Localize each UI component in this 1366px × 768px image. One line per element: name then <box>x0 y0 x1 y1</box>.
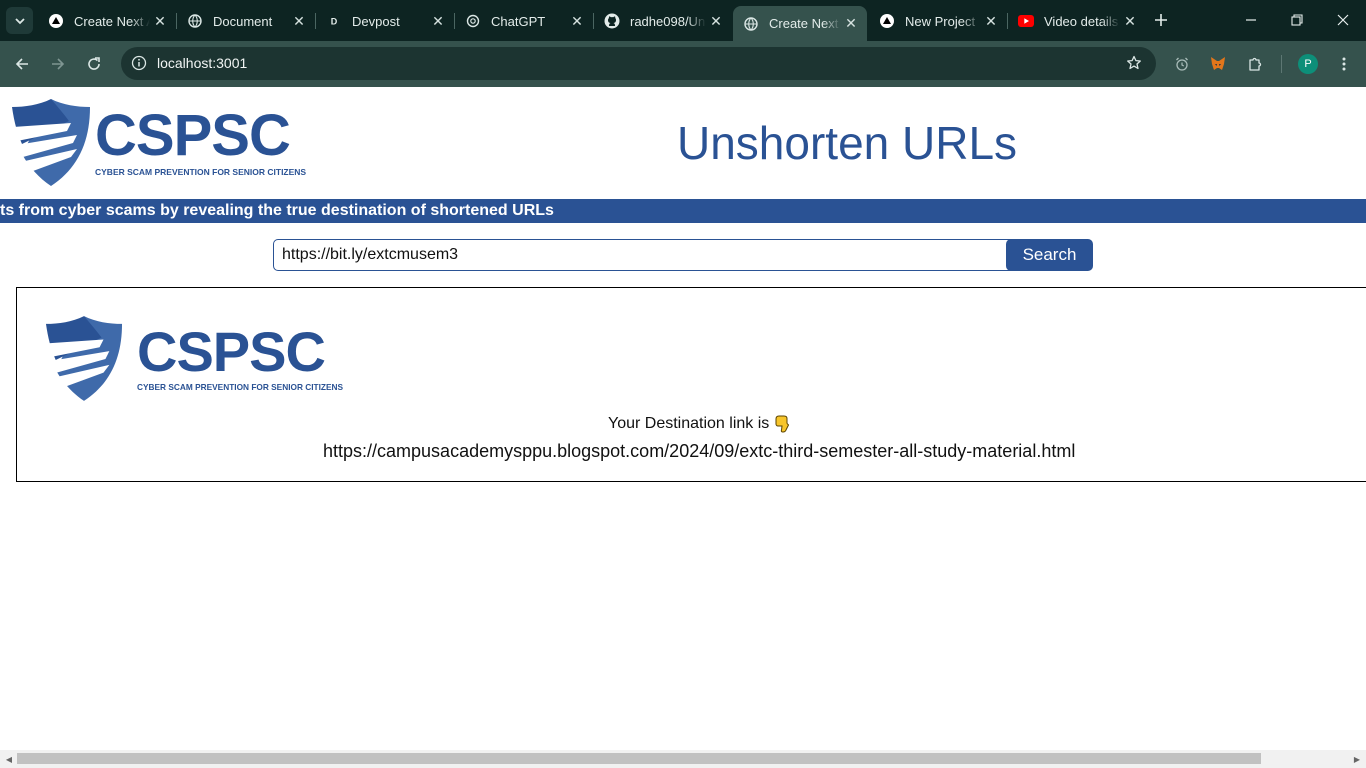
close-icon[interactable]: ✕ <box>428 11 448 31</box>
close-icon[interactable]: ✕ <box>706 11 726 31</box>
tab-title: Document <box>213 13 273 29</box>
search-button[interactable]: Search <box>1006 239 1093 271</box>
page-viewport: CSPSC CYBER SCAM PREVENTION FOR SENIOR C… <box>0 87 1366 750</box>
search-form: Search <box>273 239 1093 271</box>
svg-text:D: D <box>331 17 338 27</box>
globe-icon <box>743 16 759 32</box>
minimize-button[interactable] <box>1228 0 1274 40</box>
logo-tagline: CYBER SCAM PREVENTION FOR SENIOR CITIZEN… <box>95 167 307 177</box>
result-logo: CSPSC CYBER SCAM PREVENTION FOR SENIOR C… <box>45 314 343 402</box>
restore-button[interactable] <box>1274 0 1320 40</box>
browser-tab[interactable]: D Devpost ✕ <box>316 6 454 36</box>
browser-tabstrip: Create Next App ✕ Document ✕ D Devpost ✕… <box>0 0 1366 41</box>
scroll-right-arrow-icon[interactable]: ▶ <box>1352 754 1362 764</box>
arrow-right-icon <box>52 58 65 70</box>
restore-icon <box>1291 14 1303 26</box>
shield-icon <box>45 316 123 401</box>
profile-avatar[interactable]: P <box>1298 54 1318 74</box>
close-icon[interactable]: ✕ <box>289 11 309 31</box>
extension-alarm-button[interactable] <box>1167 49 1197 79</box>
triangle-icon <box>879 13 895 29</box>
site-info-icon[interactable] <box>129 53 149 73</box>
more-vertical-icon <box>1342 57 1346 71</box>
tab-title: Create Next App <box>74 13 150 29</box>
chatgpt-icon <box>465 13 481 29</box>
site-header: CSPSC CYBER SCAM PREVENTION FOR SENIOR C… <box>0 87 1366 199</box>
scroll-left-arrow-icon[interactable]: ◀ <box>4 754 14 764</box>
tab-title: Video details <box>1044 13 1119 29</box>
url-search-input[interactable] <box>273 239 1013 271</box>
youtube-icon <box>1018 13 1034 29</box>
url-text[interactable]: localhost:3001 <box>157 55 247 71</box>
forward-button[interactable] <box>43 49 73 79</box>
close-icon[interactable]: ✕ <box>841 14 861 34</box>
close-window-icon <box>1337 14 1349 26</box>
toolbar-divider <box>1281 55 1282 73</box>
browser-toolbar: localhost:3001 P <box>0 41 1366 87</box>
address-bar[interactable]: localhost:3001 <box>121 47 1156 80</box>
pointing-down-hand-icon <box>775 415 791 433</box>
logo-tagline: CYBER SCAM PREVENTION FOR SENIOR CITIZEN… <box>137 382 344 392</box>
extensions-button[interactable] <box>1240 49 1270 79</box>
fox-icon <box>1211 57 1225 70</box>
destination-label: Your Destination link is <box>608 415 791 433</box>
page-title: Unshorten URLs <box>677 117 1018 169</box>
site-logo[interactable]: CSPSC CYBER SCAM PREVENTION FOR SENIOR C… <box>11 97 306 187</box>
logo-wordmark: CSPSC <box>95 103 291 168</box>
triangle-icon <box>48 13 64 29</box>
tab-title: Devpost <box>352 13 400 29</box>
close-icon[interactable]: ✕ <box>150 11 170 31</box>
browser-menu-button[interactable] <box>1329 49 1359 79</box>
tab-title: ChatGPT <box>491 13 546 29</box>
logo-wordmark: CSPSC <box>137 320 326 383</box>
close-icon[interactable]: ✕ <box>567 11 587 31</box>
globe-icon <box>187 13 203 29</box>
arrow-left-icon <box>15 58 28 70</box>
back-button[interactable] <box>7 49 37 79</box>
marquee-banner: ts from cyber scams by revealing the tru… <box>0 199 1366 223</box>
browser-tab[interactable]: Video details ✕ <box>1008 6 1146 36</box>
browser-tab[interactable]: radhe098/Unshorten ✕ <box>594 6 732 36</box>
window-close-button[interactable] <box>1320 0 1366 40</box>
browser-tab[interactable]: New Project ✕ <box>869 6 1007 36</box>
result-card: CSPSC CYBER SCAM PREVENTION FOR SENIOR C… <box>16 287 1366 482</box>
devpost-icon: D <box>326 13 342 29</box>
marquee-text: ts from cyber scams by revealing the tru… <box>0 202 554 219</box>
destination-label-text: Your Destination link is <box>608 415 770 432</box>
browser-tab[interactable]: ChatGPT ✕ <box>455 6 593 36</box>
scrollbar-thumb[interactable] <box>17 753 1261 764</box>
close-icon[interactable]: ✕ <box>1120 11 1140 31</box>
github-icon <box>604 13 620 29</box>
tab-search-button[interactable] <box>6 7 33 34</box>
reload-icon <box>88 57 100 70</box>
extension-metamask-button[interactable] <box>1203 49 1233 79</box>
destination-url[interactable]: https://campusacademysppu.blogspot.com/2… <box>323 441 1075 462</box>
tab-title: Create Next App <box>769 16 841 31</box>
close-icon[interactable]: ✕ <box>981 11 1001 31</box>
bookmark-star-icon[interactable] <box>1124 53 1144 73</box>
browser-tab-active[interactable]: Create Next App ✕ <box>733 6 867 41</box>
reload-button[interactable] <box>79 49 109 79</box>
browser-tab[interactable]: Document ✕ <box>177 6 315 36</box>
plus-icon <box>1155 14 1167 26</box>
tab-title: radhe098/Unshorten <box>630 13 706 29</box>
puzzle-icon <box>1249 57 1262 71</box>
minimize-icon <box>1246 19 1256 21</box>
tab-title: New Project <box>905 13 976 29</box>
alarm-clock-icon <box>1176 57 1188 71</box>
shield-icon <box>12 99 90 186</box>
browser-tab[interactable]: Create Next App ✕ <box>38 6 176 36</box>
horizontal-scrollbar[interactable]: ◀ ▶ <box>0 750 1366 768</box>
chevron-down-icon <box>14 17 25 24</box>
new-tab-button[interactable] <box>1149 8 1173 32</box>
